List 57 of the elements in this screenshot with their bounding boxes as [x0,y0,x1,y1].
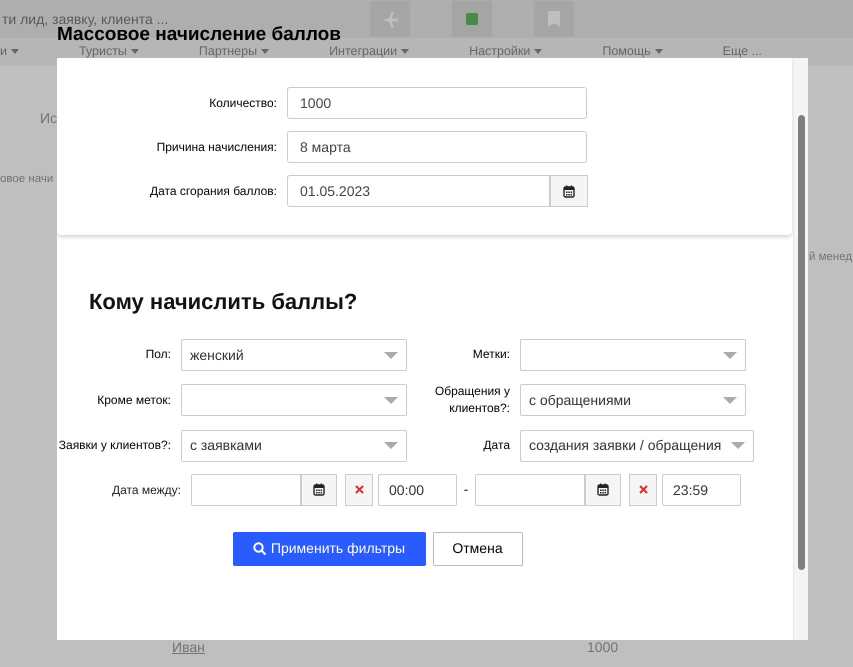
calendar-icon [563,184,575,198]
select-value: женский [190,346,244,364]
calendar-button[interactable] [550,175,588,207]
field-label: Дата сгорания баллов: [149,183,278,200]
cancel-button[interactable]: Отмена [432,532,522,566]
select-value: с обращениями [529,390,631,410]
caret-icon [723,396,737,404]
select-value: создания заявки / обращения [529,436,722,456]
field-label: Причина начисления: [156,139,278,156]
scrollbar[interactable] [793,58,808,640]
field-label: Обращения у клиентов?: [434,383,511,418]
caret-icon [384,442,398,450]
background-text: й менед [809,250,852,265]
clear-button[interactable] [345,474,373,506]
square-icon [466,13,478,25]
caret-icon [731,442,745,450]
field-label: Метки: [472,346,511,364]
apply-button[interactable]: Применить фильтры [232,532,426,566]
field-label: Дата между: [110,482,182,499]
date-field[interactable] [475,474,585,506]
date-field[interactable] [191,474,301,506]
range-separator: - [462,480,470,500]
select-field[interactable] [181,384,407,416]
field-label: Пол: [144,346,172,364]
calendar-button[interactable] [301,474,337,506]
plane-icon [381,10,399,28]
caret-icon [384,352,398,358]
search-icon [252,542,267,556]
calendar-button[interactable] [585,474,621,506]
close-icon [354,485,364,494]
background-text: Ис [40,109,58,128]
field-label: Кроме меток: [96,392,172,409]
close-icon [638,485,648,494]
background-text: 1000 [587,638,618,657]
field-label: Заявки у клиентов?: [58,437,172,454]
select-field[interactable]: с обращениями [520,384,746,416]
section-title: Кому начислить баллы? [89,288,358,315]
date-field[interactable]: 01.05.2023 [287,175,550,207]
clear-button[interactable] [629,474,657,506]
caret-icon [723,352,737,358]
input-field[interactable]: 8 марта [287,131,587,163]
caret-icon [384,396,398,404]
calendar-icon [313,483,325,496]
select-field[interactable] [520,339,746,371]
select-field[interactable]: создания заявки / обращения [520,430,754,462]
field-label: Дата [482,437,511,454]
time-field[interactable]: 23:59 [662,474,741,506]
time-field[interactable]: 00:00 [378,474,457,506]
select-value: с заявками [190,436,262,456]
field-label: Количество: [208,95,278,112]
modal-title: Массовое начисление баллов [57,25,341,45]
select-field[interactable]: женский [181,339,407,371]
input-field[interactable]: 1000 [287,87,587,119]
bookmark-icon [548,11,560,27]
background-text: овое начи [0,172,54,187]
select-field[interactable]: с заявками [181,430,407,462]
calendar-icon [597,483,609,496]
